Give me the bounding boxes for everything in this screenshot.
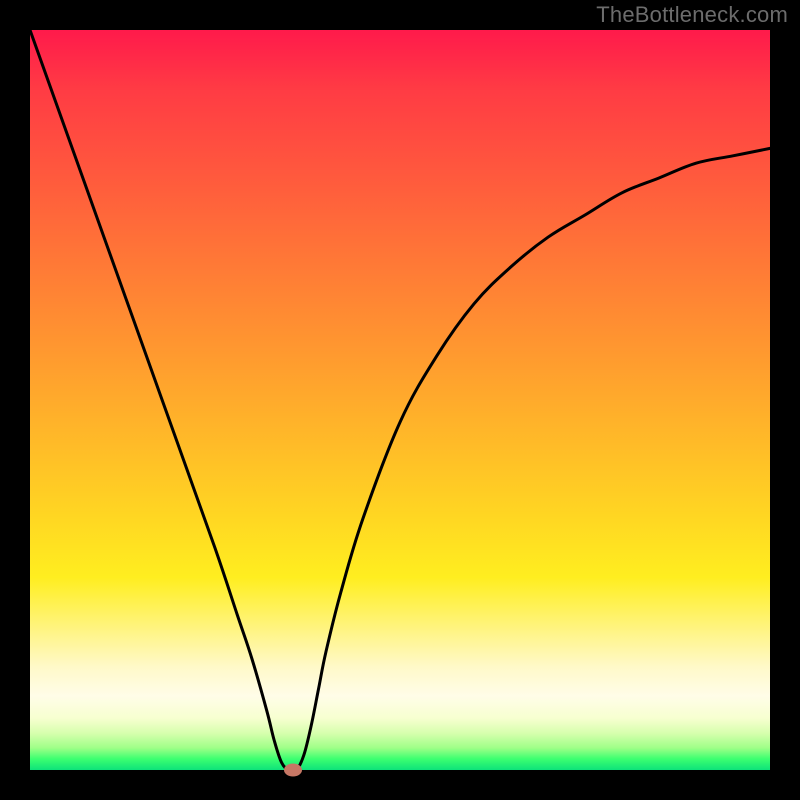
chart-frame: TheBottleneck.com bbox=[0, 0, 800, 800]
plot-area bbox=[30, 30, 770, 770]
watermark-text: TheBottleneck.com bbox=[596, 2, 788, 28]
bottleneck-curve bbox=[30, 30, 770, 770]
optimum-marker bbox=[284, 764, 302, 777]
